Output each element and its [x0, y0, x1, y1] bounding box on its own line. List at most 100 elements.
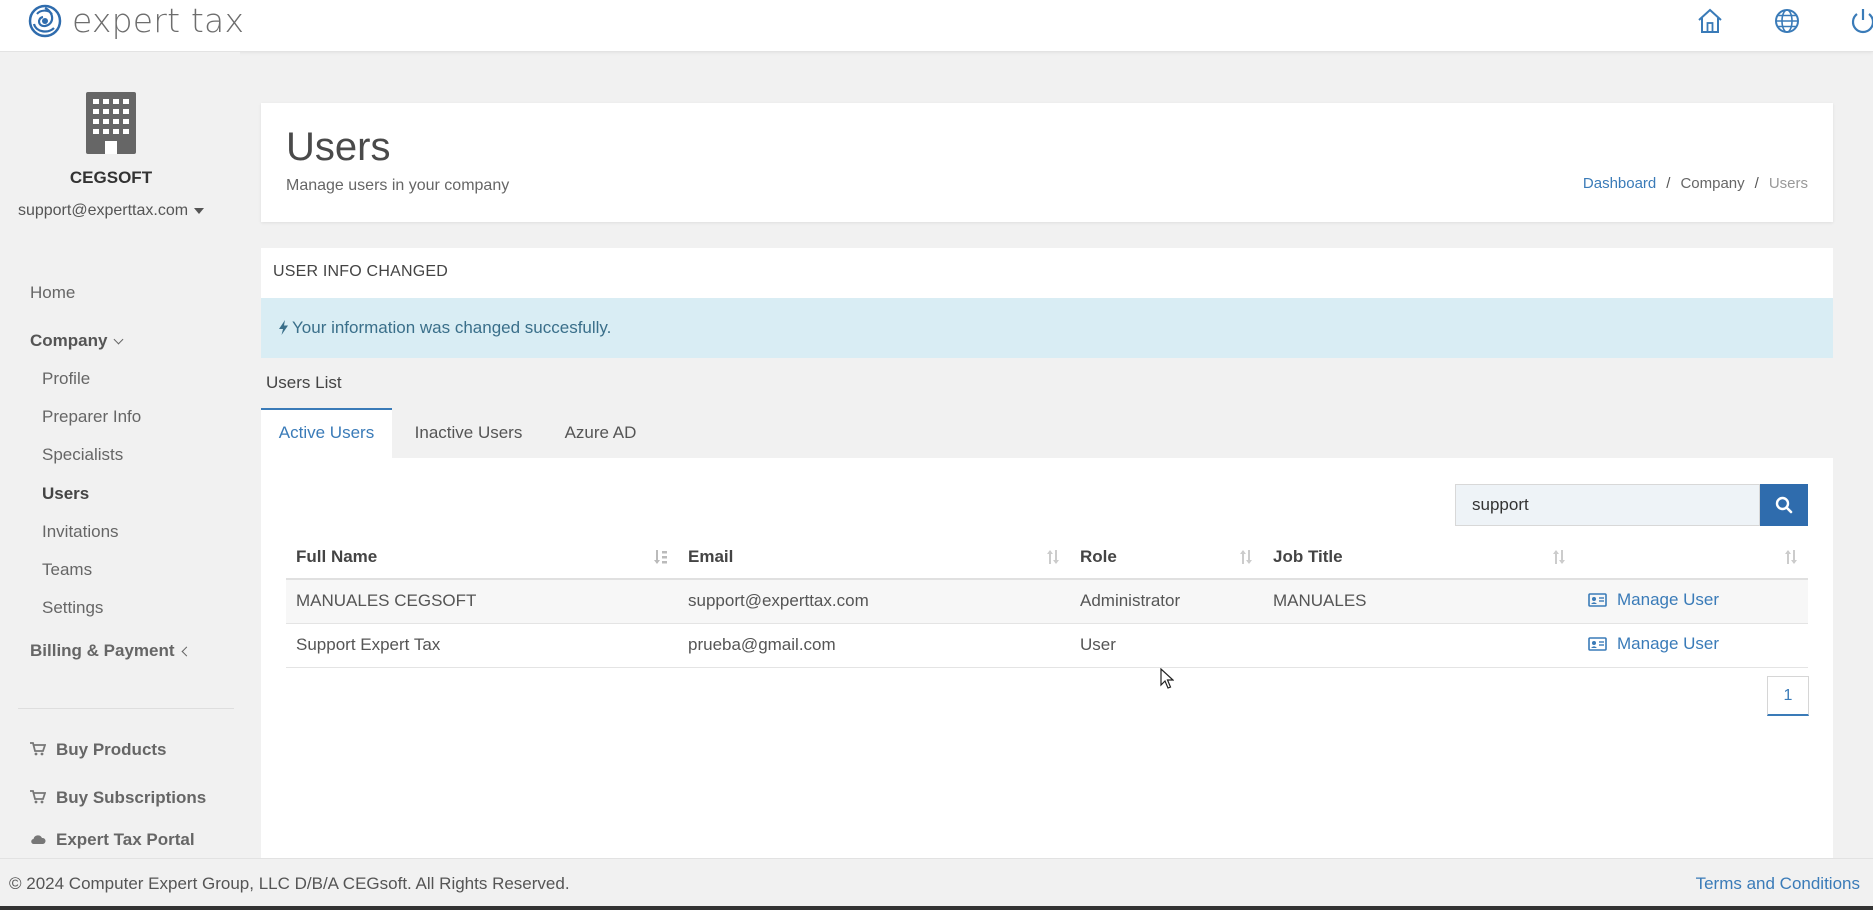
sidebar-item-company[interactable]: Company: [30, 331, 124, 351]
id-card-icon[interactable]: [1588, 593, 1607, 608]
cloud-icon: [31, 835, 46, 845]
alert-title: USER INFO CHANGED: [273, 263, 448, 280]
sidebar-item-preparer-info[interactable]: Preparer Info: [42, 407, 141, 427]
bolt-icon: [279, 320, 288, 335]
tab-azure-ad[interactable]: Azure AD: [545, 408, 656, 458]
sort-icon[interactable]: [1784, 549, 1798, 565]
sidebar-item-profile[interactable]: Profile: [42, 369, 90, 389]
users-list-card: Full Name Email Role Job Title MANU: [261, 458, 1833, 858]
sidebar: CEGSOFT support@experttax.com Home Compa…: [0, 52, 240, 858]
search-bar: [1455, 484, 1808, 526]
mouse-cursor-icon: [1160, 668, 1174, 689]
sidebar-item-settings[interactable]: Settings: [42, 598, 103, 618]
breadcrumb-dashboard[interactable]: Dashboard: [1583, 175, 1656, 192]
sort-icon[interactable]: [1239, 549, 1253, 565]
sidebar-item-label[interactable]: Billing & Payment: [30, 641, 175, 660]
cell-actions: Manage User: [1576, 623, 1808, 668]
breadcrumb-separator: /: [1754, 175, 1759, 192]
cell-email: prueba@gmail.com: [678, 623, 1070, 668]
column-header-full-name[interactable]: Full Name: [286, 535, 678, 580]
page-header: Users Manage users in your company Dashb…: [261, 103, 1833, 222]
column-header-email[interactable]: Email: [678, 535, 1070, 580]
sidebar-item-teams[interactable]: Teams: [42, 560, 92, 580]
cell-job-title: [1263, 623, 1576, 668]
cell-actions: Manage User: [1576, 579, 1808, 624]
sort-icon[interactable]: [1046, 549, 1060, 565]
sidebar-item-label[interactable]: Company: [30, 331, 107, 350]
building-icon: [86, 92, 136, 154]
bottom-border: [0, 906, 1873, 910]
footer: © 2024 Computer Expert Group, LLC D/B/A …: [0, 858, 1873, 908]
terms-link[interactable]: Terms and Conditions: [1696, 874, 1860, 894]
breadcrumb-separator: /: [1666, 175, 1671, 192]
cell-full-name: MANUALES CEGSOFT: [286, 579, 678, 624]
user-email[interactable]: support@experttax.com: [18, 202, 188, 219]
caret-down-icon[interactable]: [194, 207, 205, 214]
sidebar-item-users[interactable]: Users: [42, 484, 89, 504]
table-row: Support Expert Tax prueba@gmail.com User…: [286, 623, 1808, 668]
search-button[interactable]: [1760, 484, 1808, 526]
column-header-role[interactable]: Role: [1070, 535, 1263, 580]
sidebar-item-buy-subscriptions[interactable]: Buy Subscriptions: [30, 788, 206, 808]
sort-alpha-icon[interactable]: [654, 549, 668, 565]
search-input[interactable]: [1455, 484, 1760, 526]
power-icon[interactable]: [1848, 6, 1873, 36]
page-subtitle: Manage users in your company: [286, 177, 510, 194]
cell-full-name: Support Expert Tax: [286, 623, 678, 668]
cart-icon: [30, 790, 46, 804]
sidebar-item-label[interactable]: Buy Subscriptions: [56, 788, 206, 807]
breadcrumb: Dashboard / Company / Users: [1583, 175, 1808, 192]
alert-message-box: Your information was changed succesfully…: [261, 298, 1833, 358]
user-email-dropdown[interactable]: support@experttax.com: [0, 202, 222, 220]
company-name: CEGSOFT: [69, 168, 153, 187]
users-table: Full Name Email Role Job Title MANUALES …: [286, 535, 1808, 668]
footer-copyright: © 2024 Computer Expert Group, LLC D/B/A …: [9, 874, 570, 893]
column-header-job-title[interactable]: Job Title: [1263, 535, 1576, 580]
column-header-actions[interactable]: [1576, 535, 1808, 580]
cell-email: support@experttax.com: [678, 579, 1070, 624]
column-label[interactable]: Role: [1080, 547, 1117, 566]
manage-user-label[interactable]: Manage User: [1617, 634, 1719, 654]
sidebar-item-label[interactable]: Expert Tax Portal: [56, 830, 195, 849]
chevron-down-icon[interactable]: [114, 334, 124, 345]
column-label[interactable]: Job Title: [1273, 547, 1343, 566]
alert-message: Your information was changed succesfully…: [292, 318, 612, 337]
company-block: CEGSOFT support@experttax.com: [0, 90, 222, 220]
sidebar-divider: [18, 708, 234, 709]
chevron-left-icon[interactable]: [181, 646, 191, 657]
cart-icon: [30, 742, 46, 756]
id-card-icon[interactable]: [1588, 637, 1607, 651]
pagination-page-1[interactable]: 1: [1767, 676, 1809, 716]
cell-role: Administrator: [1070, 579, 1263, 624]
sidebar-item-specialists[interactable]: Specialists: [42, 445, 123, 465]
logo-text: expert tax: [72, 1, 245, 40]
tab-active-users[interactable]: Active Users: [261, 408, 392, 458]
logo-swirl-icon: [28, 4, 62, 38]
page-title: Users: [286, 125, 391, 169]
sidebar-item-billing[interactable]: Billing & Payment: [30, 641, 191, 661]
top-bar: expert tax: [0, 0, 1873, 52]
sidebar-item-expert-tax-portal[interactable]: Expert Tax Portal: [30, 830, 195, 850]
home-icon[interactable]: [1695, 6, 1725, 36]
alert-card: USER INFO CHANGED Your information was c…: [261, 248, 1833, 358]
tab-inactive-users[interactable]: Inactive Users: [392, 408, 545, 458]
sort-icon[interactable]: [1552, 549, 1566, 565]
cell-job-title: MANUALES: [1263, 579, 1576, 624]
manage-user-link[interactable]: Manage User: [1588, 634, 1719, 654]
sidebar-item-buy-products[interactable]: Buy Products: [30, 740, 167, 760]
breadcrumb-company[interactable]: Company: [1680, 175, 1744, 192]
sidebar-item-label[interactable]: Buy Products: [56, 740, 167, 759]
logo[interactable]: expert tax: [28, 2, 244, 40]
sidebar-item-invitations[interactable]: Invitations: [42, 522, 119, 542]
table-row: MANUALES CEGSOFT support@experttax.com A…: [286, 579, 1808, 624]
breadcrumb-users: Users: [1768, 175, 1808, 192]
manage-user-link[interactable]: Manage User: [1588, 590, 1719, 610]
globe-icon[interactable]: [1772, 6, 1802, 36]
table-header-row: Full Name Email Role Job Title: [286, 535, 1808, 580]
search-icon[interactable]: [1775, 496, 1793, 514]
cell-role: User: [1070, 623, 1263, 668]
column-label[interactable]: Email: [688, 547, 733, 566]
column-label[interactable]: Full Name: [296, 547, 377, 566]
sidebar-item-home[interactable]: Home: [30, 283, 75, 303]
manage-user-label[interactable]: Manage User: [1617, 590, 1719, 610]
